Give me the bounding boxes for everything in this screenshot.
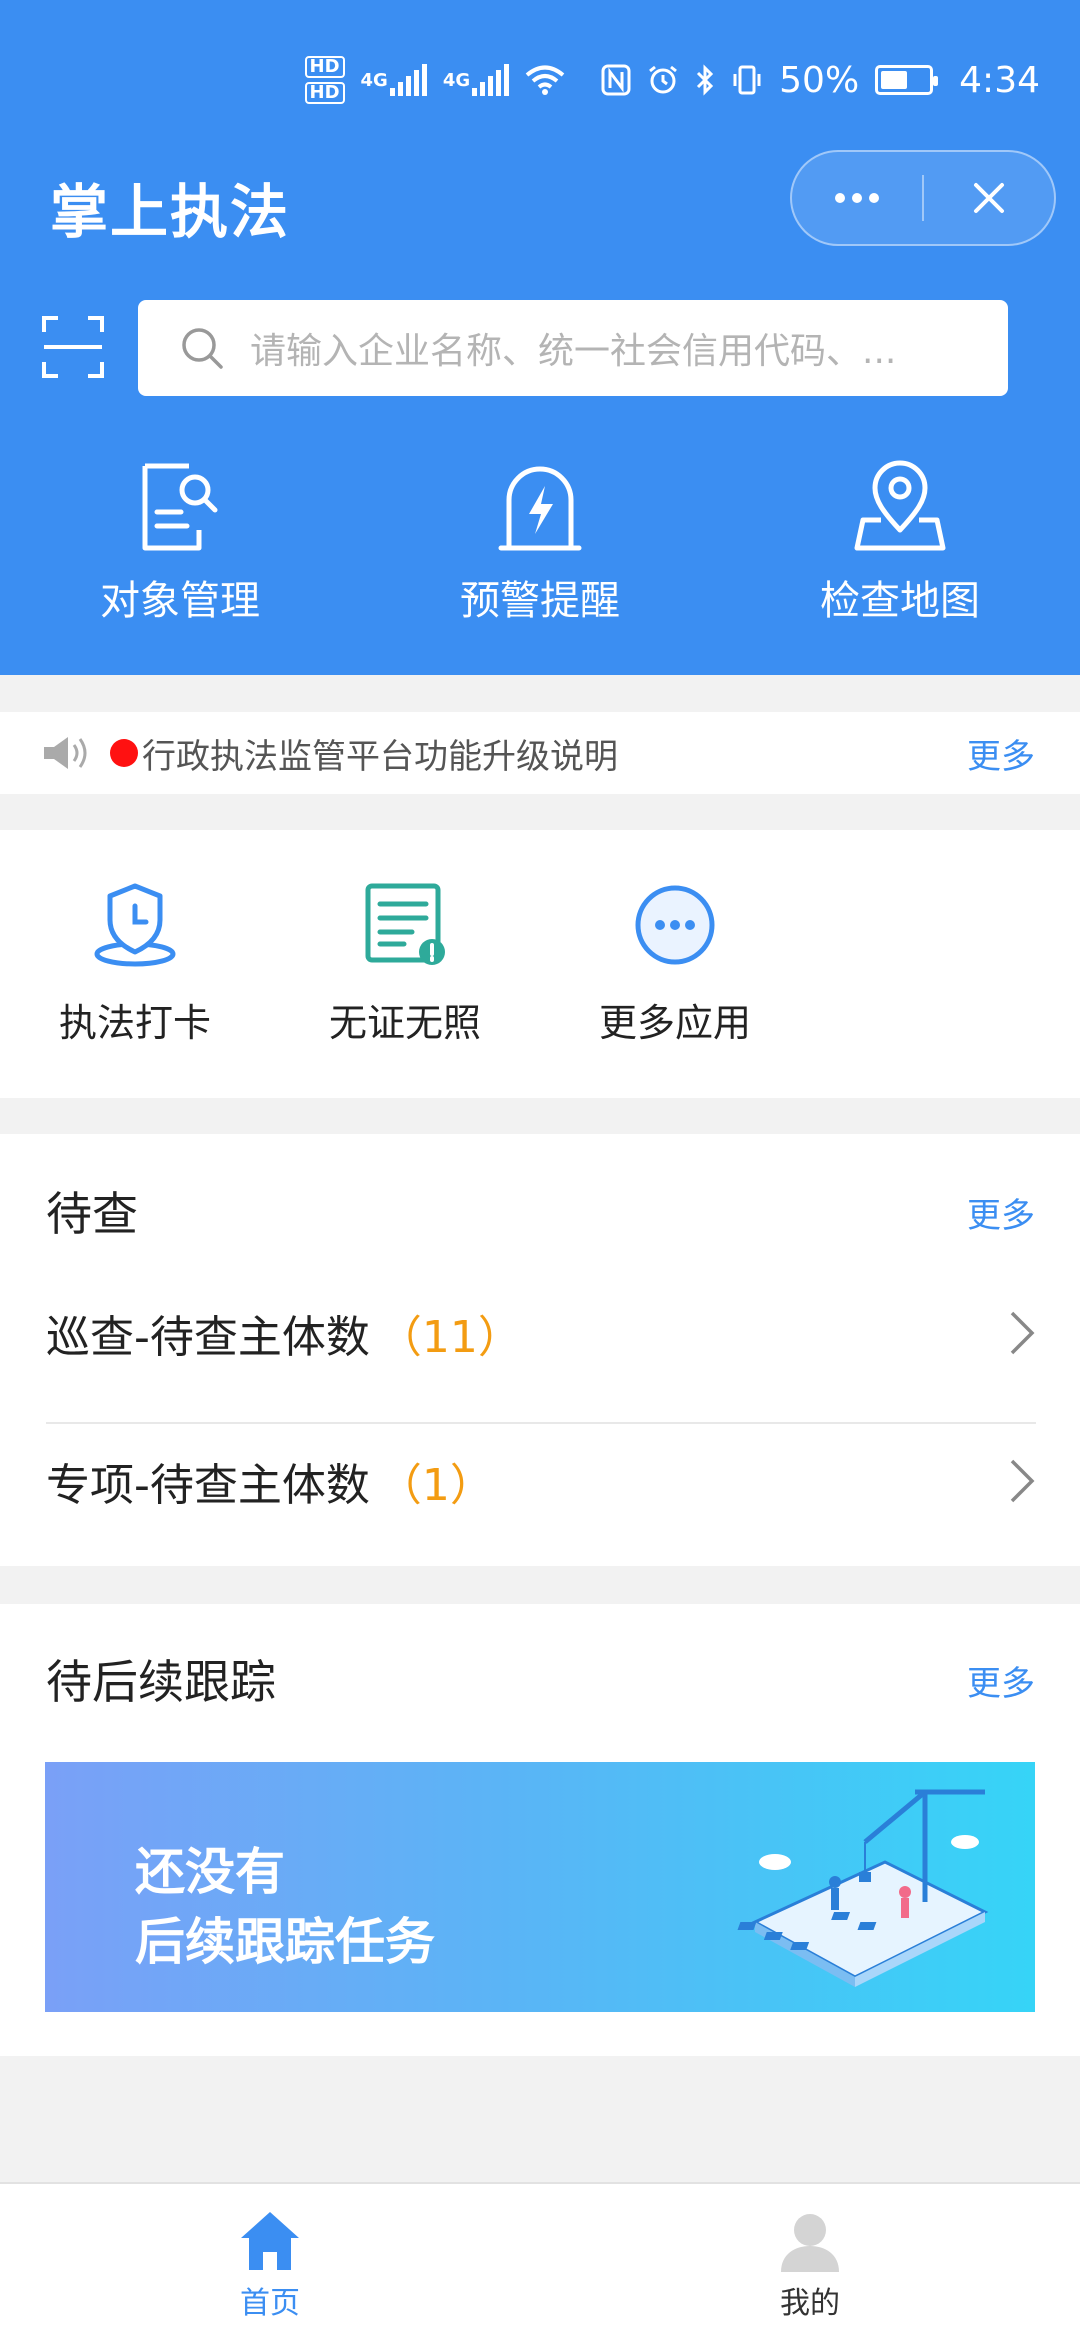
vibrate-icon [731,64,763,96]
status-bar: HD HD 4G 4G 50% 4:34 [304,40,1040,120]
pending-row-special-label: 专项-待查主体数 [46,1460,370,1511]
close-icon [974,183,1004,213]
quick-warning-reminder-label: 预警提醒 [460,578,620,624]
chevron-right-icon [1010,1459,1035,1503]
more-menu-button[interactable] [792,152,922,244]
network-1-label: 4G [360,69,388,91]
app-more-apps-label: 更多应用 [598,1001,751,1045]
pending-more-link[interactable]: 更多 [967,1188,1035,1237]
battery-icon [875,65,939,95]
app-unlicensed-label: 无证无照 [328,1001,481,1045]
app-law-checkin[interactable]: 执法打卡 [20,880,250,1047]
home-icon [241,2212,299,2270]
app-grid: 执法打卡 无证无照 更多应用 [0,830,1080,1098]
signal-1-icon: 4G [361,64,427,96]
clock: 4:34 [959,59,1040,101]
notice-text: 行政执法监管平台功能升级说明 [142,736,618,777]
chevron-right-icon [1010,1311,1035,1355]
more-dots-icon [835,193,879,203]
pending-row-patrol-label: 巡查-待查主体数 [46,1312,370,1363]
pending-row-special[interactable]: 专项-待查主体数 （1） [46,1408,1036,1554]
app-unlicensed[interactable]: 无证无照 [290,880,520,1047]
quick-warning-reminder[interactable]: 预警提醒 [390,460,690,626]
pending-section: 待查 更多 巡查-待查主体数 （11） 专项-待查主体数 （1） [0,1134,1080,1566]
construction-illustration [737,1789,989,1987]
license-alert-icon [365,883,445,965]
pending-title: 待查 [46,1187,138,1241]
search-input[interactable]: 请输入企业名称、统一社会信用代码、... [138,300,1008,396]
signal-2-icon: 4G [442,64,510,96]
hd2-label: HD [304,82,345,104]
scan-icon [42,316,104,378]
shield-clock-icon [94,883,176,967]
speaker-icon [44,737,87,769]
quick-inspection-map-label: 检查地图 [820,578,980,624]
wifi-icon [525,64,565,96]
quick-inspection-map[interactable]: 检查地图 [750,460,1050,626]
tab-mine-label: 我的 [780,2286,840,2321]
search-placeholder: 请输入企业名称、统一社会信用代码、... [250,331,897,372]
quick-object-management[interactable]: 对象管理 [30,460,330,626]
alarm-icon [647,64,679,96]
empty-line1: 还没有 [135,1843,285,1901]
hd1-label: HD [304,56,345,78]
app-more-apps[interactable]: 更多应用 [560,880,790,1047]
battery-percent: 50% [779,59,860,101]
close-button[interactable] [924,152,1054,244]
bottom-tab-bar: 首页 我的 [0,2182,1080,2340]
follow-up-section: 待后续跟踪 更多 还没有 后续跟踪任务 [0,1604,1080,2056]
tab-home[interactable]: 首页 [170,2208,370,2322]
bluetooth-icon [695,64,715,96]
tab-home-label: 首页 [240,2286,300,2321]
follow-up-more-link[interactable]: 更多 [967,1656,1035,1705]
app-law-checkin-label: 执法打卡 [58,1001,211,1045]
nfc-icon [601,64,631,96]
pending-row-special-count: （1） [377,1460,494,1511]
pending-row-patrol-count: （11） [377,1312,522,1363]
search-icon [182,328,223,369]
map-pin-icon [854,460,946,551]
scan-button[interactable] [42,316,104,378]
app-title: 掌上执法 [50,178,291,246]
pending-row-patrol[interactable]: 巡查-待查主体数 （11） [46,1260,1036,1406]
header: HD HD 4G 4G 50% 4:34 掌上执法 请输入企业名称、统一社会信用… [0,0,1080,675]
user-icon [781,2214,839,2272]
empty-line2: 后续跟踪任务 [135,1913,435,1971]
follow-up-empty-banner: 还没有 后续跟踪任务 [45,1762,1035,2012]
miniapp-capsule [790,150,1056,246]
network-2-label: 4G [442,69,471,91]
more-circle-icon [635,885,715,965]
follow-up-title: 待后续跟踪 [46,1655,276,1709]
hd-indicator: HD HD [304,56,345,104]
warning-bolt-icon [498,466,582,551]
unread-dot [110,739,138,767]
tab-mine[interactable]: 我的 [710,2208,910,2322]
notice-bar[interactable]: 行政执法监管平台功能升级说明 更多 [0,712,1080,794]
document-search-icon [142,463,218,551]
notice-more-link[interactable]: 更多 [967,729,1035,778]
quick-object-management-label: 对象管理 [100,578,260,624]
